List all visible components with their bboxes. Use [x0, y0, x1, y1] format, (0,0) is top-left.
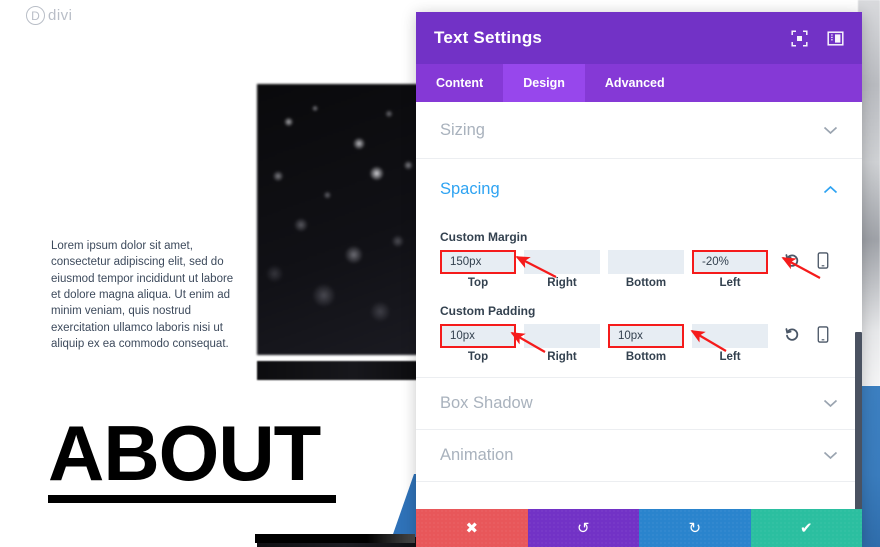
titlebar-actions: [791, 29, 844, 47]
about-heading-block: ABOUT: [48, 409, 336, 503]
tab-advanced[interactable]: Advanced: [585, 64, 685, 102]
padding-right-caption: Right: [547, 351, 577, 363]
padding-left-input[interactable]: [692, 324, 768, 348]
margin-bottom-cell: Bottom: [608, 250, 684, 289]
margin-right-caption: Right: [547, 277, 577, 289]
padding-top-input[interactable]: 10px: [440, 324, 516, 348]
custom-padding-label: Custom Padding: [440, 304, 536, 318]
section-animation-label: Animation: [440, 446, 514, 464]
tab-content[interactable]: Content: [416, 64, 503, 102]
margin-right-input[interactable]: [524, 250, 600, 274]
spacing-controls: Custom Margin 150px Top Right Bottom -20…: [416, 219, 862, 378]
screenshot-root: D divi Lorem ipsum dolor sit amet, conse…: [0, 0, 880, 547]
divi-logo-wordmark: divi: [48, 7, 73, 24]
padding-bottom-input[interactable]: 10px: [608, 324, 684, 348]
chevron-down-icon: [823, 123, 838, 138]
layout-view-icon[interactable]: [827, 30, 844, 47]
margin-row-icons: [784, 250, 832, 269]
redo-button[interactable]: ↻: [639, 509, 751, 547]
chevron-down-icon: [823, 396, 838, 411]
mobile-device-icon[interactable]: [817, 252, 832, 269]
save-button[interactable]: ✔: [750, 509, 862, 547]
padding-right-input[interactable]: [524, 324, 600, 348]
section-sizing[interactable]: Sizing: [416, 102, 862, 159]
modal-scrollbar[interactable]: [855, 332, 862, 509]
padding-bottom-cell: 10px Bottom: [608, 324, 684, 363]
chevron-up-icon: [823, 182, 838, 197]
section-sizing-label: Sizing: [440, 120, 485, 139]
modal-tabs: Content Design Advanced: [416, 64, 862, 102]
margin-top-input[interactable]: 150px: [440, 250, 516, 274]
divi-logo[interactable]: D divi: [26, 6, 73, 25]
section-box-shadow[interactable]: Box Shadow: [416, 378, 862, 430]
decorative-blue-triangle: [392, 474, 414, 537]
margin-left-cell: -20% Left: [692, 250, 768, 289]
margin-top-caption: Top: [467, 277, 489, 289]
modal-title: Text Settings: [434, 28, 543, 47]
custom-margin-row: 150px Top Right Bottom -20% Left: [440, 250, 838, 289]
custom-margin-label: Custom Margin: [440, 230, 528, 244]
custom-padding-row: 10px Top Right 10px Bottom Left: [440, 324, 838, 363]
section-animation[interactable]: Animation: [416, 430, 862, 482]
body-paragraph: Lorem ipsum dolor sit amet, consectetur …: [51, 240, 234, 350]
section-spacing-label: Spacing: [440, 179, 500, 198]
tab-design[interactable]: Design: [503, 64, 585, 102]
padding-top-caption: Top: [467, 351, 489, 363]
margin-right-cell: Right: [524, 250, 600, 289]
padding-left-cell: Left: [692, 324, 768, 363]
hero-bokeh-image: [257, 84, 433, 355]
margin-top-cell: 150px Top: [440, 250, 516, 289]
page-title: ABOUT: [48, 409, 321, 497]
reset-icon[interactable]: [784, 326, 799, 343]
chevron-down-icon: [823, 448, 838, 463]
undo-button[interactable]: ↺: [527, 509, 639, 547]
padding-bottom-caption: Bottom: [625, 351, 667, 363]
text-settings-modal: Text Settings Content Design Advanced Si…: [416, 12, 862, 547]
padding-left-caption: Left: [719, 351, 741, 363]
decorative-dark-bar: [255, 534, 415, 543]
modal-action-bar: ✖ ↺ ↻ ✔: [416, 509, 862, 547]
mobile-device-icon[interactable]: [817, 326, 832, 343]
expand-icon[interactable]: [791, 29, 808, 47]
padding-row-icons: [784, 324, 832, 343]
cancel-button[interactable]: ✖: [416, 509, 528, 547]
modal-body: Sizing Spacing Custom Margin 150px Top R…: [416, 102, 862, 509]
hero-image-strip: [257, 361, 433, 380]
section-box-shadow-label: Box Shadow: [440, 394, 533, 412]
reset-icon[interactable]: [784, 252, 799, 269]
modal-titlebar[interactable]: Text Settings: [416, 12, 862, 64]
padding-top-cell: 10px Top: [440, 324, 516, 363]
divi-logo-mark: D: [26, 6, 45, 25]
padding-right-cell: Right: [524, 324, 600, 363]
margin-left-input[interactable]: -20%: [692, 250, 768, 274]
section-spacing[interactable]: Spacing: [416, 159, 862, 219]
margin-left-caption: Left: [719, 277, 741, 289]
margin-bottom-caption: Bottom: [625, 277, 667, 289]
margin-bottom-input[interactable]: [608, 250, 684, 274]
